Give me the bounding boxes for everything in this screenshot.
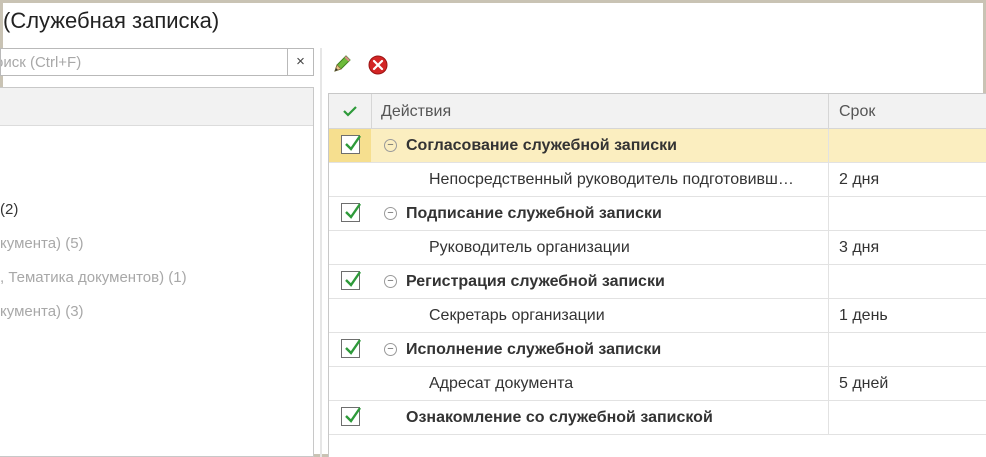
checkmark-icon — [345, 203, 361, 219]
column-separator — [828, 299, 829, 332]
collapse-icon[interactable]: − — [384, 275, 397, 288]
tree-item[interactable]: кумента) (5) — [0, 235, 84, 252]
check-cell[interactable] — [329, 197, 371, 230]
table-row-stage[interactable]: Ознакомление со служебной запиской — [329, 401, 986, 435]
check-cell[interactable] — [329, 265, 371, 298]
collapse-icon[interactable]: − — [384, 139, 397, 152]
table-row-stage[interactable]: − Согласование служебной записки — [329, 129, 986, 163]
tree-item[interactable]: , Тематика документов) (1) — [0, 269, 187, 286]
checkmark-icon — [345, 135, 361, 151]
column-separator — [828, 265, 829, 298]
left-tree-panel: (2) кумента) (5) , Тематика документов) … — [0, 87, 314, 457]
tree-item[interactable]: (2) — [0, 201, 18, 218]
column-separator — [828, 129, 829, 162]
checkmark-icon — [345, 271, 361, 287]
stage-checkbox[interactable] — [341, 339, 361, 358]
stage-checkbox[interactable] — [341, 271, 361, 290]
checkmark-icon — [345, 339, 361, 355]
stage-label: Регистрация служебной записки — [406, 273, 665, 290]
stage-checkbox[interactable] — [341, 135, 361, 154]
column-separator — [828, 197, 829, 230]
column-separator — [828, 231, 829, 264]
term-column-header[interactable]: Срок — [839, 94, 875, 129]
collapse-icon[interactable]: − — [384, 343, 397, 356]
check-cell[interactable] — [329, 129, 371, 162]
column-separator — [828, 367, 829, 400]
stage-label: Согласование служебной записки — [406, 137, 677, 154]
step-label: Секретарь организации — [429, 307, 605, 324]
table-row-step[interactable]: Секретарь организации 1 день — [329, 299, 986, 333]
collapse-icon[interactable]: − — [384, 207, 397, 220]
delete-icon — [368, 55, 388, 75]
step-label: Непосредственный руководитель подготовив… — [429, 171, 794, 188]
search-box[interactable]: × — [0, 48, 314, 76]
tree-item[interactable]: кумента) (3) — [0, 303, 84, 320]
search-clear-button[interactable]: × — [287, 49, 313, 75]
search-input[interactable] — [1, 49, 285, 75]
edit-button[interactable] — [330, 52, 354, 76]
actions-column-header[interactable]: Действия — [381, 94, 451, 129]
stage-checkbox[interactable] — [341, 407, 361, 426]
pencil-icon — [334, 55, 351, 72]
actions-grid: Действия Срок − Согласование служебной з… — [328, 93, 986, 457]
delete-button[interactable] — [366, 53, 390, 77]
check-cell[interactable] — [329, 333, 371, 366]
table-row-step[interactable]: Непосредственный руководитель подготовив… — [329, 163, 986, 197]
check-column-header[interactable] — [329, 94, 371, 129]
term-cell: 1 день — [839, 307, 888, 324]
stage-label: Подписание служебной записки — [406, 205, 662, 222]
window-title: (Служебная записка) — [3, 8, 220, 33]
table-row-stage[interactable]: − Подписание служебной записки — [329, 197, 986, 231]
column-separator — [828, 163, 829, 196]
step-label: Руководитель организации — [429, 239, 630, 256]
panel-splitter[interactable] — [320, 48, 322, 457]
header-separator — [371, 94, 372, 129]
grid-header: Действия Срок — [329, 94, 986, 129]
term-cell: 5 дней — [839, 375, 889, 392]
stage-checkbox[interactable] — [341, 203, 361, 222]
column-separator — [828, 333, 829, 366]
term-cell: 3 дня — [839, 239, 880, 256]
left-tree-header — [0, 88, 313, 126]
table-row-step[interactable]: Руководитель организации 3 дня — [329, 231, 986, 265]
check-cell[interactable] — [329, 401, 371, 434]
column-separator — [828, 401, 829, 434]
header-separator — [828, 94, 829, 129]
stage-label: Исполнение служебной записки — [406, 341, 662, 358]
table-row-stage[interactable]: − Исполнение служебной записки — [329, 333, 986, 367]
table-row-step[interactable]: Адресат документа 5 дней — [329, 367, 986, 401]
checkmark-icon — [345, 407, 361, 423]
check-icon — [343, 106, 357, 117]
step-label: Адресат документа — [429, 375, 574, 392]
table-row-stage[interactable]: − Регистрация служебной записки — [329, 265, 986, 299]
stage-label: Ознакомление со служебной запиской — [406, 409, 713, 426]
term-cell: 2 дня — [839, 171, 880, 188]
